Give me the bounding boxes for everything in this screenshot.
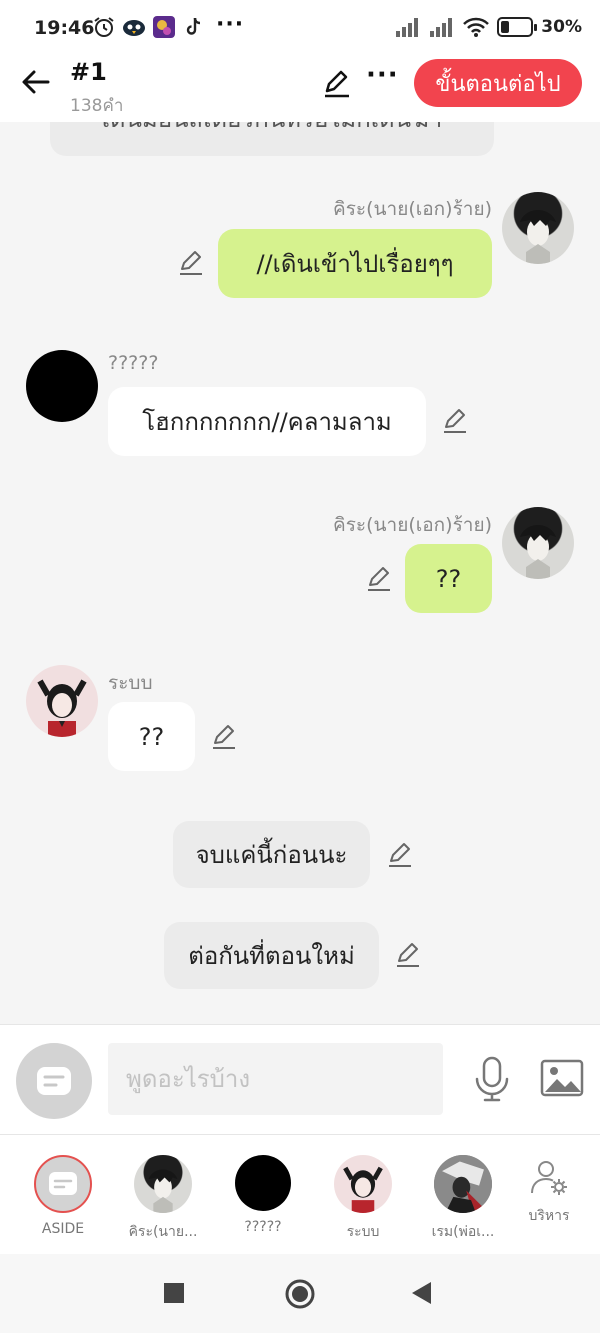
character-label: เรม(พ่อเ... xyxy=(431,1224,495,1240)
aside-chat-icon xyxy=(49,1172,77,1195)
status-bar: 19:46 ··· 30% xyxy=(0,0,600,56)
notification-more-icon: ··· xyxy=(216,12,245,37)
character-label: ASIDE xyxy=(41,1221,85,1237)
kira-avatar xyxy=(134,1155,192,1213)
character-label: ????? xyxy=(244,1219,282,1235)
message-input[interactable] xyxy=(108,1043,443,1115)
image-upload-icon[interactable] xyxy=(540,1059,584,1097)
recent-apps-icon[interactable] xyxy=(163,1282,185,1304)
aside-avatar xyxy=(34,1155,92,1213)
signal-icon-2 xyxy=(430,18,453,37)
game-app-icon xyxy=(153,16,175,38)
character-item-unknown[interactable]: ????? xyxy=(223,1155,303,1235)
back-arrow-icon[interactable] xyxy=(18,64,54,100)
edit-message-icon[interactable] xyxy=(440,406,470,436)
edit-message-icon[interactable] xyxy=(393,940,423,970)
top-header: #1 138คำ ··· ขั้นตอนต่อไป xyxy=(0,56,600,122)
home-icon[interactable] xyxy=(284,1278,316,1310)
message-text: //เดินเข้าไปเรื่อยๆๆ xyxy=(256,250,454,278)
tiktok-icon xyxy=(186,17,201,35)
microphone-icon[interactable] xyxy=(472,1055,512,1103)
my-message-bubble[interactable]: //เดินเข้าไปเรื่อยๆๆ xyxy=(218,229,492,298)
unknown-avatar xyxy=(235,1155,291,1211)
narration-bubble[interactable]: จบแค่นี้ก่อนนะ xyxy=(173,821,370,888)
message-text: ?? xyxy=(138,722,165,751)
edit-pencil-icon[interactable] xyxy=(320,66,354,100)
edit-message-icon[interactable] xyxy=(364,564,394,594)
character-label: บริหาร xyxy=(528,1208,570,1224)
rem-avatar xyxy=(434,1155,492,1213)
bird-app-icon xyxy=(123,20,145,36)
status-time: 19:46 xyxy=(34,17,95,39)
character-item-system[interactable]: ระบบ xyxy=(323,1155,403,1243)
more-options-icon[interactable]: ··· xyxy=(366,60,399,90)
kira-avatar[interactable] xyxy=(502,192,574,264)
character-label: ระบบ xyxy=(346,1224,380,1240)
wifi-icon xyxy=(463,17,490,37)
battery-percent: 30% xyxy=(541,17,582,37)
next-step-button[interactable]: ขั้นตอนต่อไป xyxy=(414,59,582,107)
message-text: ?? xyxy=(435,564,462,593)
speaker-name: ????? xyxy=(108,352,159,374)
system-nav-bar xyxy=(0,1254,600,1333)
input-bar xyxy=(0,1024,600,1134)
other-message-bubble[interactable]: ?? xyxy=(108,702,195,771)
edit-message-icon[interactable] xyxy=(209,722,239,752)
battery-icon xyxy=(497,17,538,37)
kira-avatar[interactable] xyxy=(502,507,574,579)
alarm-icon xyxy=(94,17,114,37)
aside-toggle-button[interactable] xyxy=(16,1043,92,1119)
back-nav-icon[interactable] xyxy=(410,1281,432,1305)
my-message-bubble[interactable]: ?? xyxy=(405,544,492,613)
message-text: เดินมอนสเตอร์กินหรือไม่ก็เดินฆ่า xyxy=(102,122,443,138)
message-text: โฮกกกกกกก//คลามลาม xyxy=(142,408,392,436)
character-item-rem[interactable]: เรม(พ่อเ... xyxy=(423,1155,503,1243)
narration-bubble-partial[interactable]: เดินมอนสเตอร์กินหรือไม่ก็เดินฆ่า xyxy=(50,122,494,156)
word-count: 138คำ xyxy=(70,96,124,116)
edit-message-icon[interactable] xyxy=(385,840,415,870)
chat-area[interactable]: เดินมอนสเตอร์กินหรือไม่ก็เดินฆ่า คิระ(นา… xyxy=(0,122,600,1024)
edit-message-icon[interactable] xyxy=(176,248,206,278)
user-settings-icon xyxy=(531,1161,567,1195)
signal-icon xyxy=(396,18,419,37)
character-item-kira[interactable]: คิระ(นาย... xyxy=(123,1155,203,1243)
speaker-name: ระบบ xyxy=(108,672,153,694)
system-avatar[interactable] xyxy=(26,665,98,737)
speaker-name: คิระ(นาย(เอก)ร้าย) xyxy=(333,198,492,220)
system-avatar xyxy=(334,1155,392,1213)
manage-characters-button[interactable]: บริหาร xyxy=(509,1157,589,1227)
other-message-bubble[interactable]: โฮกกกกกกก//คลามลาม xyxy=(108,387,426,456)
episode-title: #1 xyxy=(70,58,107,86)
message-text: ต่อกันที่ตอนใหม่ xyxy=(188,942,355,970)
narration-bubble[interactable]: ต่อกันที่ตอนใหม่ xyxy=(164,922,379,989)
message-text: จบแค่นี้ก่อนนะ xyxy=(195,841,348,869)
character-item-aside[interactable]: ASIDE xyxy=(23,1155,103,1237)
speaker-name: คิระ(นาย(เอก)ร้าย) xyxy=(333,514,492,536)
unknown-avatar[interactable] xyxy=(26,350,98,422)
character-label: คิระ(นาย... xyxy=(128,1224,198,1240)
aside-chat-icon xyxy=(37,1067,71,1095)
character-bar: ASIDE คิระ(นาย... ????? ระบบ เรม(พ่อเ...… xyxy=(0,1134,600,1254)
